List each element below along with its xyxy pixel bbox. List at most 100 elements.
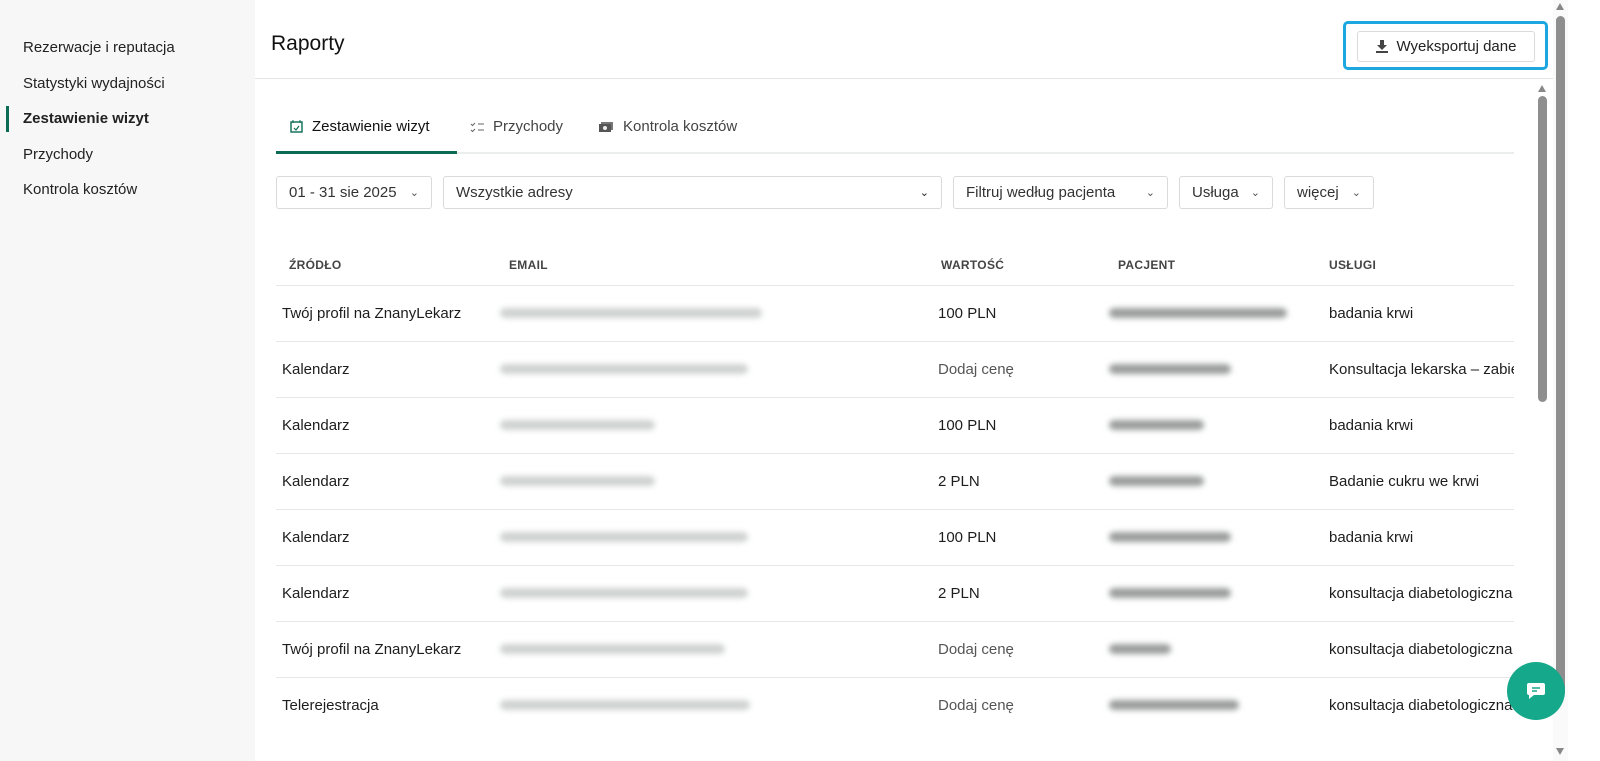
email-cell-redacted	[500, 644, 725, 654]
page-header: Raporty Wyeksportuj dane	[255, 0, 1553, 79]
add-price-link[interactable]: Dodaj cenę	[938, 361, 1014, 378]
patient-cell-redacted	[1109, 644, 1171, 654]
tab-zestawienie[interactable]: Zestawienie wizyt	[290, 118, 430, 135]
sidebar-item-statystyki[interactable]: Statystyki wydajności	[23, 75, 165, 92]
table-row[interactable]: Kalendarz 2 PLN konsultacja diabetologic…	[276, 565, 1514, 621]
add-price-link[interactable]: Dodaj cenę	[938, 697, 1014, 714]
value-cell: 100 PLN	[938, 529, 997, 546]
source-cell: Telerejestracja	[282, 697, 379, 714]
services-cell: badania krwi	[1329, 417, 1414, 434]
table-row[interactable]: Kalendarz 100 PLN badania krwi	[276, 397, 1514, 453]
value-cell: 2 PLN	[938, 473, 980, 490]
chevron-down-icon: ⌄	[1250, 187, 1260, 199]
source-cell: Kalendarz	[282, 585, 350, 602]
tab-label: Zestawienie wizyt	[312, 118, 430, 135]
add-price-link[interactable]: Dodaj cenę	[938, 641, 1014, 658]
column-header-source[interactable]: ŹRÓDŁO	[289, 258, 341, 272]
chat-icon	[1527, 683, 1545, 699]
report-tabs: Zestawienie wizyt Przychody Kontrola kos…	[276, 100, 1514, 154]
patient-cell-redacted	[1109, 700, 1239, 710]
source-cell: Kalendarz	[282, 417, 350, 434]
source-cell: Kalendarz	[282, 361, 350, 378]
table-row[interactable]: Twój profil na ZnanyLekarz Dodaj cenę ko…	[276, 621, 1514, 677]
email-cell-redacted	[500, 308, 762, 318]
service-dropdown[interactable]: Usługa ⌄	[1179, 176, 1273, 209]
date-range-dropdown[interactable]: 01 - 31 sie 2025 ⌄	[276, 176, 432, 209]
patient-filter-dropdown[interactable]: Filtruj według pacjenta ⌄	[953, 176, 1168, 209]
source-cell: Twój profil na ZnanyLekarz	[282, 641, 462, 658]
email-cell-redacted	[500, 532, 748, 542]
source-cell: Kalendarz	[282, 473, 350, 490]
patient-cell-redacted	[1109, 532, 1231, 542]
address-value: Wszystkie adresy	[456, 184, 573, 201]
address-dropdown[interactable]: Wszystkie adresy ⌄	[443, 176, 942, 209]
source-cell: Twój profil na ZnanyLekarz	[282, 305, 462, 322]
email-cell-redacted	[500, 420, 655, 430]
services-cell: Konsultacja lekarska – zabieg	[1329, 361, 1514, 378]
services-cell: konsultacja diabetologiczna	[1329, 641, 1513, 658]
chevron-down-icon: ⌄	[1145, 187, 1155, 199]
email-cell-redacted	[500, 588, 748, 598]
value-cell: 2 PLN	[938, 585, 980, 602]
visits-table: ŹRÓDŁO EMAIL WARTOŚĆ PACJENT USŁUGI Twój…	[276, 240, 1514, 738]
tab-kontrola[interactable]: Kontrola kosztów	[598, 118, 737, 135]
download-icon	[1375, 40, 1388, 53]
chevron-down-icon: ⌄	[919, 187, 929, 199]
active-tab-underline	[276, 151, 457, 154]
value-cell: 100 PLN	[938, 417, 997, 434]
column-header-value[interactable]: WARTOŚĆ	[941, 258, 1004, 272]
tab-label: Kontrola kosztów	[623, 118, 738, 135]
services-cell: konsultacja diabetologiczna	[1329, 697, 1513, 714]
sidebar-item-kontrola[interactable]: Kontrola kosztów	[23, 181, 137, 198]
table-scrollbar[interactable]	[1535, 82, 1550, 738]
value-cell: 100 PLN	[938, 305, 997, 322]
export-button[interactable]: Wyeksportuj dane	[1357, 31, 1535, 62]
sidebar-item-przychody[interactable]: Przychody	[23, 146, 93, 163]
patient-cell-redacted	[1109, 420, 1204, 430]
column-header-patient[interactable]: PACJENT	[1118, 258, 1175, 272]
money-icon	[599, 121, 613, 132]
more-filters-dropdown[interactable]: więcej ⌄	[1284, 176, 1374, 209]
service-label: Usługa	[1192, 184, 1239, 201]
chat-button[interactable]	[1507, 662, 1565, 720]
patient-cell-redacted	[1109, 588, 1231, 598]
table-row[interactable]: Kalendarz 2 PLN Badanie cukru we krwi	[276, 453, 1514, 509]
patient-cell-redacted	[1109, 476, 1204, 486]
sidebar: Rezerwacje i reputacja Statystyki wydajn…	[0, 0, 255, 761]
tab-przychody[interactable]: Przychody	[470, 118, 563, 135]
column-header-services[interactable]: USŁUGI	[1329, 258, 1376, 272]
email-cell-redacted	[500, 700, 750, 710]
export-label: Wyeksportuj dane	[1396, 38, 1517, 55]
table-row[interactable]: Kalendarz 100 PLN badania krwi	[276, 509, 1514, 565]
source-cell: Kalendarz	[282, 529, 350, 546]
sidebar-item-rezerwacje[interactable]: Rezerwacje i reputacja	[23, 39, 175, 56]
column-header-email[interactable]: EMAIL	[509, 258, 548, 272]
active-indicator	[6, 106, 9, 132]
scrollbar-thumb[interactable]	[1538, 96, 1547, 402]
date-range-value: 01 - 31 sie 2025	[289, 184, 397, 201]
chevron-down-icon: ⌄	[1351, 187, 1361, 199]
email-cell-redacted	[500, 364, 748, 374]
table-row[interactable]: Telerejestracja Dodaj cenę konsultacja d…	[276, 677, 1514, 733]
services-cell: badania krwi	[1329, 529, 1414, 546]
calendar-check-icon	[290, 120, 303, 133]
patient-cell-redacted	[1109, 308, 1287, 318]
more-label: więcej	[1297, 184, 1339, 201]
scroll-down-icon[interactable]	[1556, 748, 1564, 755]
scrollbar-thumb[interactable]	[1556, 16, 1565, 696]
table-row[interactable]: Twój profil na ZnanyLekarz 100 PLN badan…	[276, 285, 1514, 341]
sidebar-item-zestawienie[interactable]: Zestawienie wizyt	[23, 110, 149, 127]
email-cell-redacted	[500, 476, 655, 486]
page-scrollbar[interactable]	[1553, 0, 1568, 761]
services-cell: badania krwi	[1329, 305, 1414, 322]
scroll-up-icon[interactable]	[1556, 3, 1564, 10]
table-row[interactable]: Kalendarz Dodaj cenę Konsultacja lekarsk…	[276, 341, 1514, 397]
page-title: Raporty	[271, 32, 345, 55]
chevron-down-icon: ⌄	[409, 187, 419, 199]
scroll-up-icon[interactable]	[1538, 85, 1546, 92]
patient-filter-label: Filtruj według pacjenta	[966, 184, 1116, 201]
focus-highlight: Wyeksportuj dane	[1343, 21, 1548, 70]
tab-label: Przychody	[493, 118, 564, 135]
checklist-icon	[470, 122, 484, 132]
services-cell: konsultacja diabetologiczna	[1329, 585, 1513, 602]
